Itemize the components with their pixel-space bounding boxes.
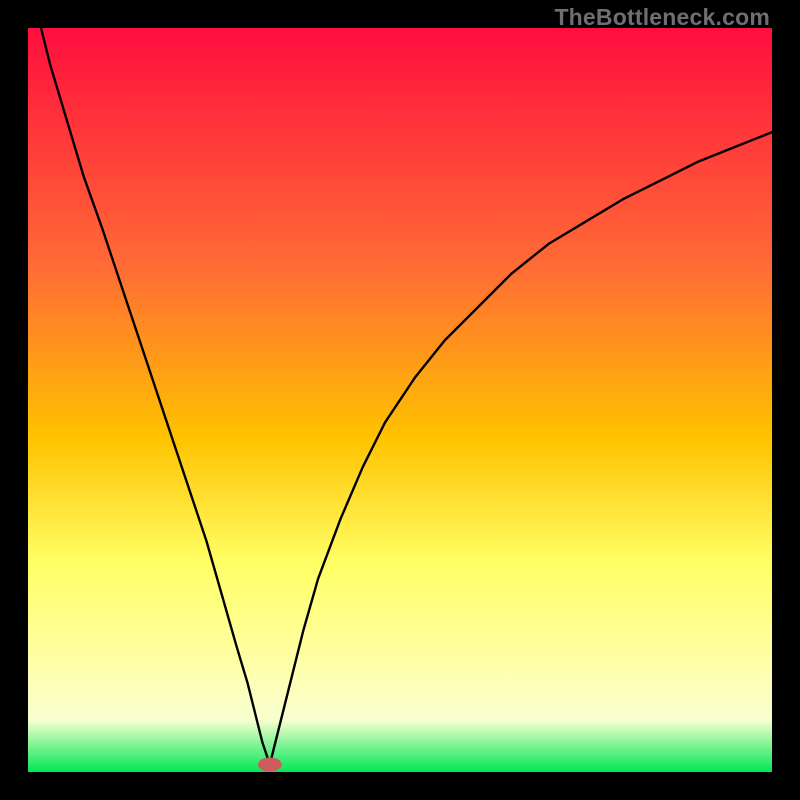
chart-svg bbox=[28, 28, 772, 772]
bottleneck-marker bbox=[258, 757, 282, 771]
chart-canvas: TheBottleneck.com bbox=[0, 0, 800, 800]
plot-area bbox=[28, 28, 772, 772]
watermark: TheBottleneck.com bbox=[554, 4, 770, 31]
